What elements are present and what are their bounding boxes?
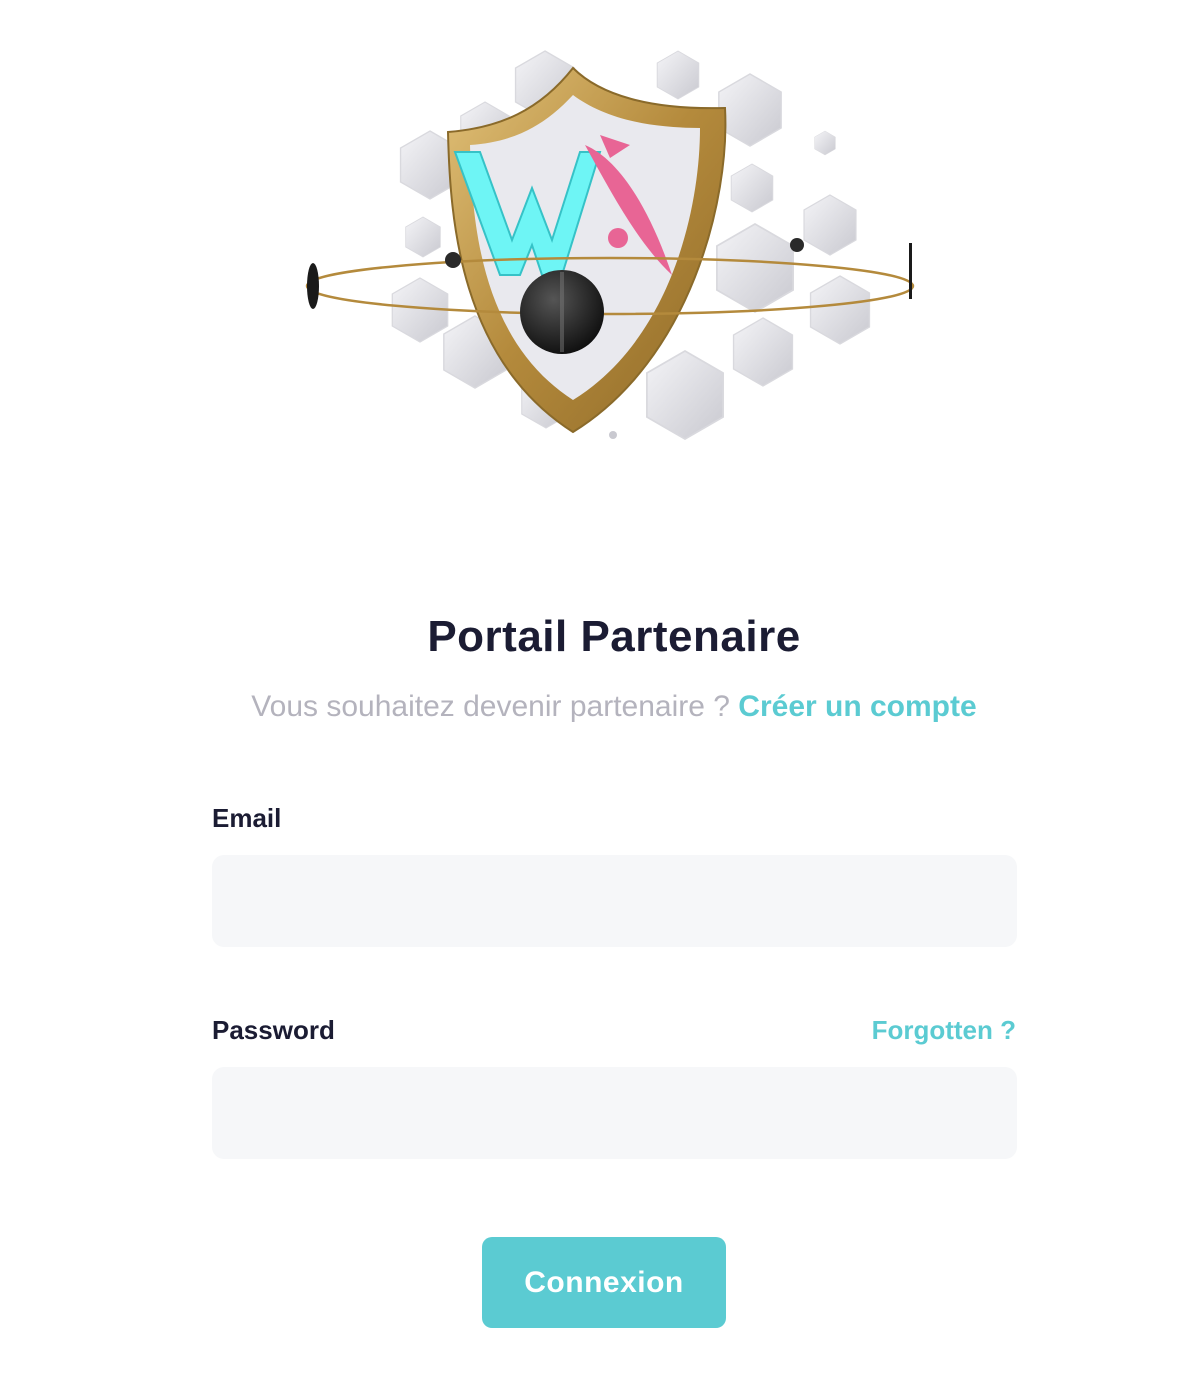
signup-prompt-text: Vous souhaitez devenir partenaire ? <box>251 690 739 723</box>
forgot-password-link[interactable]: Forgotten ? <box>872 1015 1016 1046</box>
password-field[interactable] <box>212 1067 1017 1159</box>
login-button[interactable]: Connexion <box>482 1237 726 1328</box>
password-label: Password <box>212 1015 335 1045</box>
email-field[interactable] <box>212 855 1017 947</box>
shield-logo-illustration <box>300 40 920 450</box>
signup-link[interactable]: Créer un compte <box>738 690 976 723</box>
signup-prompt: Vous souhaitez devenir partenaire ? Crée… <box>0 690 1198 724</box>
email-label: Email <box>212 803 282 833</box>
page-title: Portail Partenaire <box>427 612 801 661</box>
